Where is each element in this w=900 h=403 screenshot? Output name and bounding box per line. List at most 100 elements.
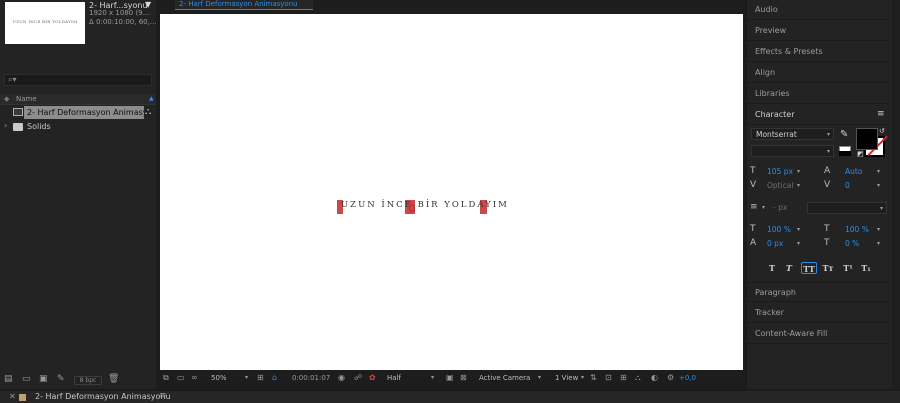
- anchor-point-icon[interactable]: [409, 204, 415, 212]
- chevron-down-icon[interactable]: ▾: [797, 226, 800, 233]
- project-item-folder[interactable]: › Solids: [0, 121, 156, 133]
- vr-glasses-icon[interactable]: ∞: [191, 373, 198, 382]
- interpret-footage-icon[interactable]: ▤: [4, 374, 13, 384]
- fast-previews-icon[interactable]: ⇅: [590, 373, 597, 382]
- comp-dropdown-icon[interactable]: ▼: [145, 0, 151, 9]
- monitor-icon[interactable]: ▭: [177, 373, 185, 382]
- stroke-width-value[interactable]: - px: [773, 203, 787, 212]
- horizontal-scale-value[interactable]: 100 %: [845, 225, 869, 234]
- grid-icon[interactable]: ⊞: [257, 373, 264, 382]
- panel-menu-icon[interactable]: ≡: [159, 391, 167, 401]
- new-folder-icon[interactable]: ▭: [22, 374, 31, 384]
- kerning-value[interactable]: Optical: [767, 181, 794, 190]
- panel-paragraph[interactable]: Paragraph: [747, 282, 890, 302]
- chevron-down-icon[interactable]: ▾: [877, 240, 880, 247]
- search-icon: ⌕▾: [8, 75, 17, 84]
- column-name[interactable]: Name: [16, 95, 37, 103]
- panel-align[interactable]: Align: [747, 63, 890, 83]
- subscript-button[interactable]: T₁: [858, 262, 874, 274]
- timecode[interactable]: 0:00:01:07: [292, 374, 330, 382]
- timeline-tab-label[interactable]: 2- Harf Deformasyon Animasyonu: [35, 392, 171, 401]
- black-swatch[interactable]: [839, 151, 851, 156]
- panel-menu-icon[interactable]: ≡: [877, 109, 885, 119]
- chevron-down-icon[interactable]: ▾: [581, 374, 584, 381]
- comp-canvas[interactable]: UZUN İNCE BİR YOLDAYIM: [160, 14, 743, 370]
- new-composition-icon[interactable]: ▣: [39, 374, 48, 384]
- leading-value[interactable]: Auto: [845, 167, 862, 176]
- chevron-down-icon[interactable]: ▾: [431, 374, 434, 381]
- chevron-down-icon[interactable]: ▾: [797, 168, 800, 175]
- zoom-select[interactable]: 50%: [211, 374, 227, 382]
- resolution-select[interactable]: Half: [387, 374, 401, 382]
- region-of-interest-icon[interactable]: ▣: [446, 373, 454, 382]
- horizontal-scale-icon: T: [824, 224, 830, 234]
- panel-label: Effects & Presets: [755, 47, 823, 56]
- project-item-composition[interactable]: 2- Harf Deformasyon Animasyonu ⛬: [0, 106, 156, 119]
- reset-exposure-icon[interactable]: ◐: [651, 373, 658, 382]
- panel-libraries[interactable]: Libraries: [747, 84, 890, 104]
- camera-select[interactable]: Active Camera: [479, 374, 530, 382]
- chevron-down-icon[interactable]: ▾: [797, 240, 800, 247]
- font-size-value[interactable]: 105 px: [767, 167, 793, 176]
- faux-bold-button[interactable]: T: [764, 262, 780, 274]
- font-family-value: Montserrat: [756, 130, 797, 139]
- mask-icon[interactable]: ⌂: [272, 373, 277, 382]
- bpc-button[interactable]: 8 bpc: [74, 376, 102, 385]
- stroke-style-select[interactable]: ▾: [807, 202, 887, 214]
- superscript-button[interactable]: T¹: [840, 262, 856, 274]
- trash-icon[interactable]: 🗑: [108, 374, 119, 384]
- flowchart-icon[interactable]: ⛬: [635, 373, 641, 383]
- comp-flowchart-icon[interactable]: ⊞: [620, 373, 627, 382]
- baseline-shift-value[interactable]: 0 px: [767, 239, 783, 248]
- label-column-icon[interactable]: ◆: [4, 95, 9, 103]
- all-caps-button[interactable]: TT: [801, 262, 817, 274]
- chevron-down-icon[interactable]: ▾: [877, 226, 880, 233]
- chevron-down-icon[interactable]: ▾: [797, 182, 800, 189]
- viewer-tab[interactable]: 2- Harf Deformasyon Animasyonu: [175, 0, 313, 10]
- vertical-scale-value[interactable]: 100 %: [767, 225, 791, 234]
- chevron-down-icon[interactable]: ▾: [762, 204, 765, 211]
- faux-italic-button[interactable]: T: [781, 262, 797, 274]
- panel-audio[interactable]: Audio: [747, 0, 890, 20]
- transparency-grid-icon[interactable]: ⊠: [460, 373, 467, 382]
- size-leading-row: T 105 px ▾ A Auto ▾: [747, 166, 890, 180]
- project-search-input[interactable]: ⌕▾: [4, 74, 152, 86]
- chevron-down-icon[interactable]: ▾: [877, 182, 880, 189]
- baseline-tsume-row: A 0 px ▾ T 0 % ▾: [747, 238, 890, 252]
- always-preview-icon[interactable]: ⧉: [163, 373, 169, 383]
- sort-arrow-icon[interactable]: ▲: [149, 95, 154, 102]
- default-colors-icon[interactable]: ◩: [857, 150, 864, 158]
- panel-tracker[interactable]: Tracker: [747, 303, 890, 323]
- text-layer[interactable]: UZUN İNCE BİR YOLDAYIM: [337, 200, 507, 214]
- panel-character[interactable]: Character ≡: [747, 105, 890, 125]
- composition-viewer: 2- Harf Deformasyon Animasyonu UZUN İNCE…: [157, 0, 745, 389]
- panel-scrollbar[interactable]: [892, 0, 900, 389]
- color-channel-icon[interactable]: ✿: [369, 373, 376, 382]
- tracking-value[interactable]: 0: [845, 181, 850, 190]
- panel-content-aware-fill[interactable]: Content-Aware Fill: [747, 324, 890, 344]
- small-caps-button[interactable]: Tт: [820, 262, 836, 274]
- chevron-down-icon[interactable]: ▾: [245, 374, 248, 381]
- camera-snapshot-icon[interactable]: ◉: [338, 373, 345, 382]
- close-icon[interactable]: ✕: [9, 392, 16, 401]
- chevron-down-icon[interactable]: ▾: [538, 374, 541, 381]
- expand-arrow-icon[interactable]: ›: [4, 121, 7, 130]
- swap-colors-icon[interactable]: ↺: [879, 127, 885, 135]
- views-select[interactable]: 1 View: [555, 374, 578, 382]
- vertical-scale-icon: T: [750, 224, 756, 234]
- tsume-value[interactable]: 0 %: [845, 239, 859, 248]
- chevron-down-icon[interactable]: ▾: [877, 168, 880, 175]
- font-style-select[interactable]: ▾: [751, 145, 834, 157]
- pen-icon[interactable]: ✎: [57, 374, 65, 384]
- fill-color-swatch[interactable]: [856, 128, 878, 150]
- panel-effects-presets[interactable]: Effects & Presets: [747, 42, 890, 62]
- timeline-icon[interactable]: ⊡: [605, 373, 612, 382]
- font-family-select[interactable]: Montserrat ▾: [751, 128, 834, 140]
- flowchart-icon[interactable]: ⛬: [145, 107, 151, 117]
- right-panels: Audio Preview Effects & Presets Align Li…: [747, 0, 900, 389]
- exposure-value[interactable]: +0,0: [679, 374, 696, 382]
- text-format-row: T T TT Tт T¹ T₁: [747, 262, 890, 276]
- eyedropper-icon[interactable]: ✎: [840, 129, 848, 140]
- show-snapshot-icon[interactable]: ☍: [354, 373, 362, 382]
- panel-preview[interactable]: Preview: [747, 21, 890, 41]
